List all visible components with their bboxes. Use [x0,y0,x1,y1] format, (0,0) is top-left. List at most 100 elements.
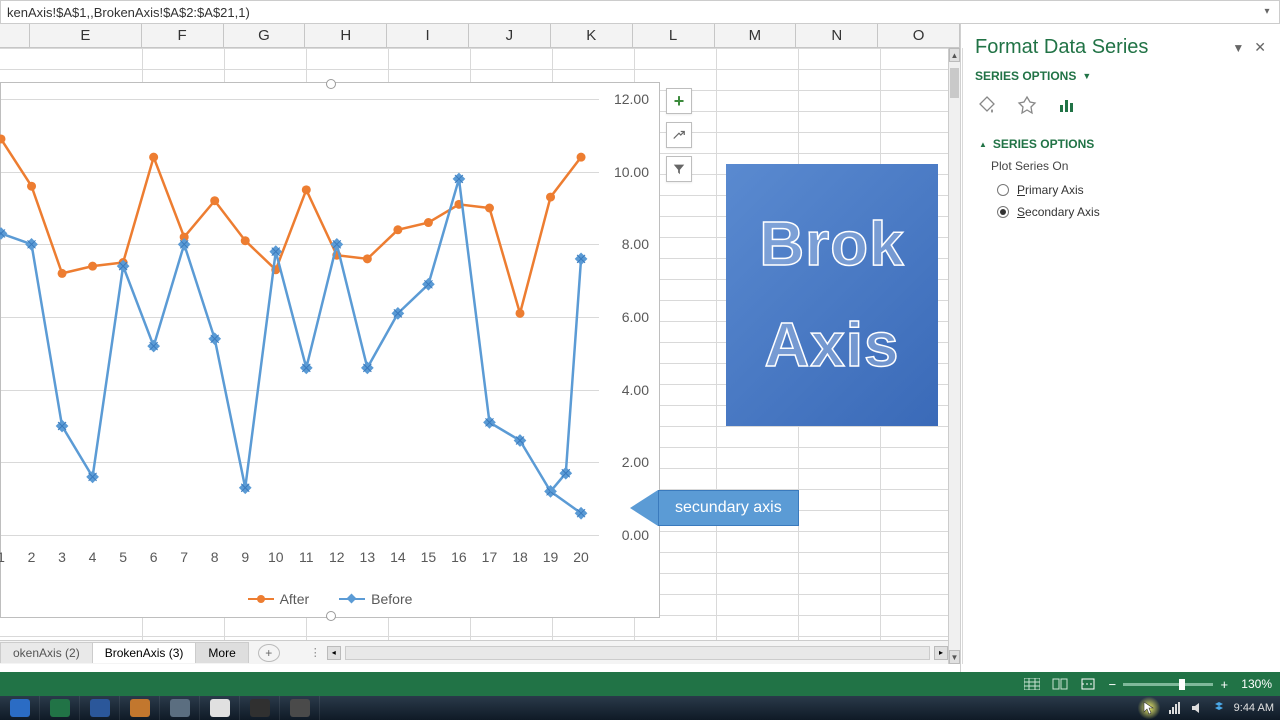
vertical-scrollbar[interactable]: ▲ ▼ [948,48,960,664]
x-tick-label: 11 [299,549,314,565]
x-tick-label: 13 [360,549,376,565]
sheet-tab-more[interactable]: More [195,642,248,663]
secondary-axis-radio[interactable]: Secondary Axis [979,201,1262,223]
taskbar: 9:44 AM [0,696,1280,720]
volume-icon[interactable] [1190,701,1204,715]
primary-axis-radio[interactable]: Primary Axis [979,179,1262,201]
system-tray: 9:44 AM [1138,696,1274,720]
sheet-tab-1[interactable]: okenAxis (2) [0,642,93,663]
zoom-out-button[interactable]: − [1105,677,1119,691]
chart-legend[interactable]: After Before [1,591,659,607]
x-tick-label: 15 [421,549,437,565]
pane-title: Format Data Series [975,36,1148,59]
task-app4[interactable] [280,696,320,720]
column-header-G[interactable]: G [224,24,306,47]
column-header-L[interactable]: L [633,24,715,47]
column-header-K[interactable]: K [551,24,633,47]
chart-lines [1,99,599,535]
hscroll-right-button[interactable]: ▸ [934,646,948,660]
scroll-thumb[interactable] [950,68,959,98]
column-header-H[interactable]: H [305,24,387,47]
task-word[interactable] [80,696,120,720]
x-tick-label: 4 [89,549,97,565]
task-start[interactable] [0,696,40,720]
column-header-O[interactable]: O [878,24,960,47]
zoom-percent[interactable]: 130% [1241,677,1272,691]
task-excel[interactable] [40,696,80,720]
callout-text: secundary axis [658,490,799,526]
y-tick-label: 8.00 [622,236,649,252]
network-icon[interactable] [1168,701,1182,715]
x-tick-label: 12 [329,549,345,565]
normal-view-button[interactable] [1021,675,1043,693]
x-tick-label: 2 [28,549,36,565]
fill-tab-icon[interactable] [975,93,999,117]
y-tick-label: 2.00 [622,454,649,470]
page-break-button[interactable] [1077,675,1099,693]
zoom-slider[interactable] [1123,683,1213,686]
zoom-control: − + 130% [1105,677,1272,691]
legend-after[interactable]: After [248,591,310,607]
hscroll-left-button[interactable]: ◂ [327,646,341,660]
column-header-N[interactable]: N [796,24,878,47]
chart-filter-button[interactable] [666,156,692,182]
x-tick-label: 3 [58,549,66,565]
x-tick-label: 6 [150,549,158,565]
y-tick-label: 12.00 [614,91,649,107]
series-options-header[interactable]: ▲ SERIES OPTIONS [979,131,1262,157]
x-tick-label: 18 [512,549,528,565]
add-sheet-button[interactable]: + [258,644,280,662]
formula-bar[interactable]: kenAxis!$A$1,,BrokenAxis!$A$2:$A$21,1) ▾ [0,0,1280,24]
column-header-M[interactable]: M [715,24,797,47]
pane-subhead[interactable]: SERIES OPTIONS ▼ [961,65,1280,93]
column-headers: EFGHIJKLMNO [0,24,960,48]
y-tick-label: 4.00 [622,382,649,398]
sheet-tab-2[interactable]: BrokenAxis (3) [92,642,197,663]
column-header-J[interactable]: J [469,24,551,47]
page-layout-button[interactable] [1049,675,1071,693]
task-app3[interactable] [240,696,280,720]
dropbox-icon[interactable] [1212,701,1226,715]
y-tick-label: 6.00 [622,309,649,325]
x-tick-label: 14 [390,549,406,565]
horizontal-scrollbar[interactable] [345,646,930,660]
scroll-up-button[interactable]: ▲ [949,48,960,62]
formula-text: kenAxis!$A$1,,BrokenAxis!$A$2:$A$21,1) [7,5,250,20]
x-tick-label: 19 [543,549,559,565]
x-tick-label: 1 [0,549,5,565]
x-tick-label: 9 [241,549,249,565]
wordart-shape[interactable]: Brok Axis [726,164,938,426]
effects-tab-icon[interactable] [1015,93,1039,117]
zoom-in-button[interactable]: + [1217,677,1231,691]
pane-dropdown-icon[interactable]: ▼ [1232,41,1244,55]
chart-styles-button[interactable] [666,122,692,148]
worksheet-area[interactable]: EFGHIJKLMNO 0.002.004.006.008.0010.0012.… [0,24,960,672]
task-app2[interactable] [160,696,200,720]
plot-series-on-label: Plot Series On [979,157,1262,179]
x-tick-label: 17 [482,549,498,565]
task-chrome[interactable] [200,696,240,720]
chart-elements-button[interactable]: + [666,88,692,114]
column-header-I[interactable]: I [387,24,469,47]
scroll-down-button[interactable]: ▼ [949,650,960,664]
format-pane: Format Data Series ▼ ✕ SERIES OPTIONS ▼ … [960,24,1280,672]
x-tick-label: 5 [119,549,127,565]
sheet-tabs-bar: okenAxis (2) BrokenAxis (3) More + ⋮ ◂ ▸ [0,640,948,664]
chart-object[interactable]: 0.002.004.006.008.0010.0012.00 123456789… [0,82,660,618]
callout-arrow-shape[interactable]: secundary axis [630,490,799,526]
wordart-line1: Brok [759,209,904,280]
column-header-E[interactable]: E [30,24,142,47]
column-header-F[interactable]: F [142,24,224,47]
collapse-icon: ▲ [979,140,987,149]
legend-before[interactable]: Before [339,591,412,607]
task-app1[interactable] [120,696,160,720]
series-tab-icon[interactable] [1055,93,1079,117]
x-tick-label: 16 [451,549,467,565]
wordart-line2: Axis [765,310,900,381]
pane-close-icon[interactable]: ✕ [1254,39,1266,56]
status-bar: − + 130% [0,672,1280,696]
formula-expand-icon[interactable]: ▾ [1259,3,1275,19]
y-tick-label: 10.00 [614,164,649,180]
clock[interactable]: 9:44 AM [1234,703,1274,714]
chart-plot-area[interactable]: 0.002.004.006.008.0010.0012.00 123456789… [1,99,599,535]
